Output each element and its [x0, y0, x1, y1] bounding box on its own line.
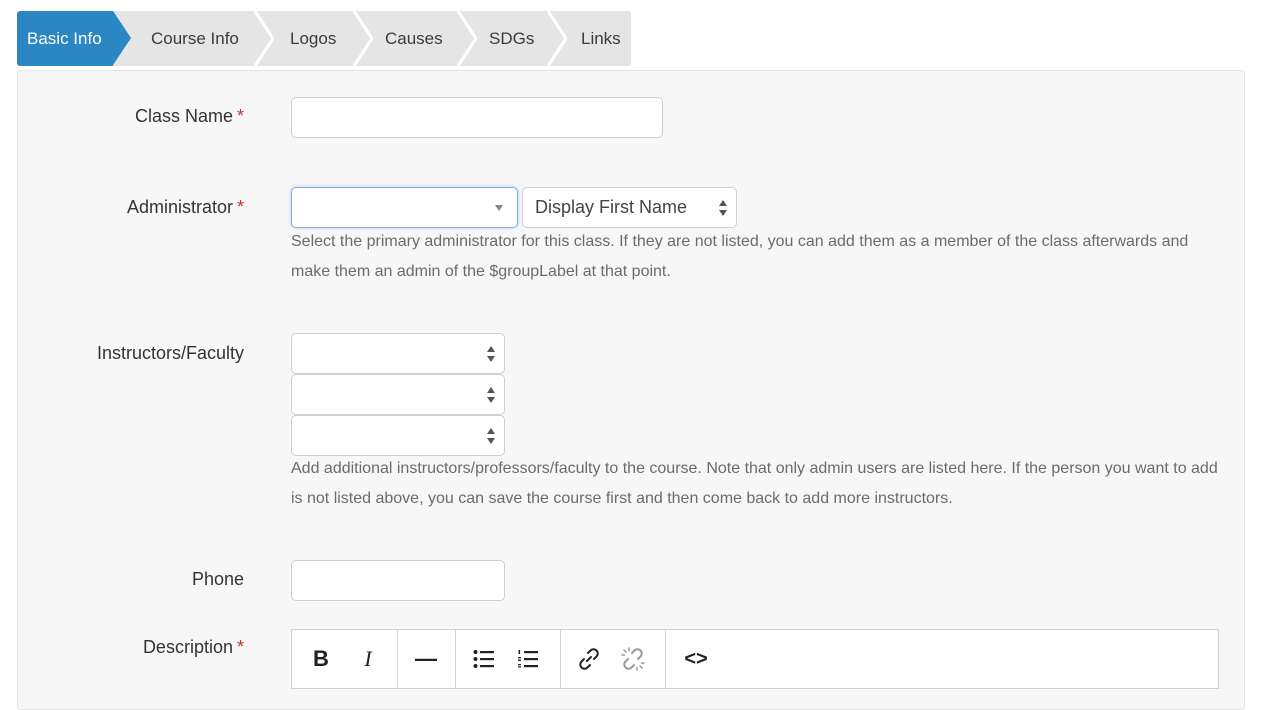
phone-input[interactable] [291, 560, 505, 601]
italic-button[interactable]: I [353, 644, 383, 674]
class-name-input[interactable] [291, 97, 663, 138]
tab-separator-icon [254, 11, 274, 66]
tab-separator-icon [457, 11, 477, 66]
tab-separator-icon [353, 11, 373, 66]
toolbar-group-rule: — [397, 630, 456, 688]
instructors-label: Instructors/Faculty [96, 343, 244, 363]
chevron-down-icon [495, 205, 503, 211]
bold-button[interactable]: B [306, 644, 336, 674]
instructors-help-text: Add additional instructors/professors/fa… [291, 460, 1218, 507]
administrator-select[interactable] [291, 187, 518, 228]
required-marker: * [236, 637, 244, 657]
instructor-select-1[interactable] [291, 333, 505, 374]
instructor-select-3[interactable] [291, 415, 505, 456]
tab-basic-info[interactable]: Basic Info [17, 11, 131, 66]
bullet-list-icon [473, 650, 494, 668]
select-arrows-icon [719, 200, 728, 216]
description-label: Description * [142, 637, 244, 657]
select-arrows-icon [487, 346, 496, 362]
tab-sdgs[interactable]: SDGs [489, 11, 534, 66]
tab-logos[interactable]: Logos [290, 11, 336, 66]
phone-label: Phone [191, 569, 244, 589]
horizontal-rule-button[interactable]: — [411, 644, 441, 674]
numbered-list-icon [518, 650, 538, 668]
unlink-button[interactable] [618, 644, 648, 674]
toolbar-group-format: B I [292, 630, 398, 688]
insert-link-button[interactable] [574, 644, 604, 674]
select-arrows-icon [487, 428, 496, 444]
form-panel: Class Name * Administrator * Display First… [17, 70, 1245, 710]
unlink-icon [621, 647, 645, 671]
select-arrows-icon [487, 387, 496, 403]
numbered-list-button[interactable] [513, 644, 543, 674]
tab-course-info[interactable]: Course Info [151, 11, 239, 66]
required-marker: * [236, 197, 244, 217]
administrator-help-text: Select the primary administrator for thi… [291, 233, 1189, 280]
display-name-select[interactable]: Display First Name [522, 187, 737, 228]
required-marker: * [236, 106, 244, 126]
source-code-button[interactable]: <> [681, 644, 711, 674]
administrator-label: Administrator * [126, 197, 244, 217]
toolbar-group-links [560, 630, 666, 688]
class-name-label: Class Name * [134, 106, 244, 126]
link-icon [579, 648, 599, 670]
tab-causes[interactable]: Causes [385, 11, 443, 66]
bullet-list-button[interactable] [469, 644, 499, 674]
tab-links[interactable]: Links [581, 11, 621, 66]
toolbar-group-lists [455, 630, 561, 688]
tab-separator-icon [547, 11, 567, 66]
editor-toolbar: B I — <> [291, 629, 1219, 689]
instructor-select-2[interactable] [291, 374, 505, 415]
wizard-tabs: Basic Info Course Info Logos Causes SDGs… [17, 11, 631, 66]
